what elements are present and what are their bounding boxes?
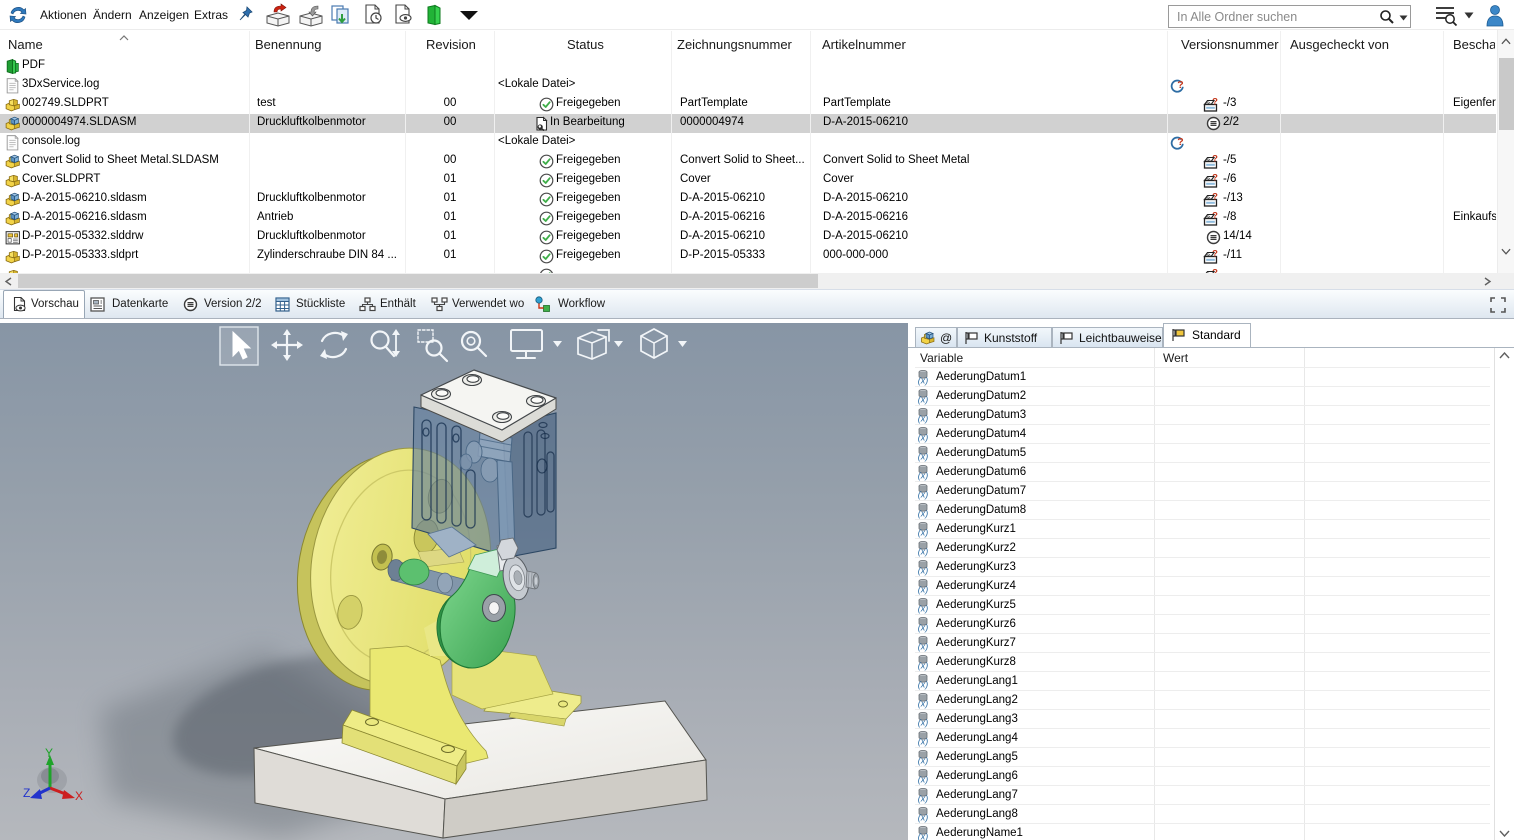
svg-text:(x): (x) [918,395,929,405]
svg-text:(x): (x) [918,642,929,652]
svg-text:Z: Z [23,786,30,800]
svg-text:(x): (x) [918,680,929,690]
svg-text:Y: Y [45,746,53,760]
svg-text:(x): (x) [918,509,929,519]
svg-text:(x): (x) [918,452,929,462]
svg-text:(x): (x) [918,433,929,443]
svg-text:(x): (x) [918,547,929,557]
svg-text:X: X [75,789,83,803]
svg-text:(x): (x) [918,699,929,709]
svg-text:(x): (x) [918,528,929,538]
svg-text:(x): (x) [918,490,929,500]
svg-text:(x): (x) [918,376,929,386]
svg-text:(x): (x) [918,756,929,766]
svg-text:(x): (x) [918,623,929,633]
svg-text:(x): (x) [918,737,929,747]
svg-text:(x): (x) [918,661,929,671]
svg-text:(x): (x) [918,794,929,804]
svg-text:(x): (x) [918,585,929,595]
svg-text:(x): (x) [918,566,929,576]
svg-text:(x): (x) [918,604,929,614]
svg-text:(x): (x) [918,414,929,424]
svg-text:(x): (x) [918,832,929,840]
svg-text:(x): (x) [918,775,929,785]
svg-text:(x): (x) [918,718,929,728]
svg-text:(x): (x) [918,813,929,823]
svg-text:(x): (x) [918,471,929,481]
